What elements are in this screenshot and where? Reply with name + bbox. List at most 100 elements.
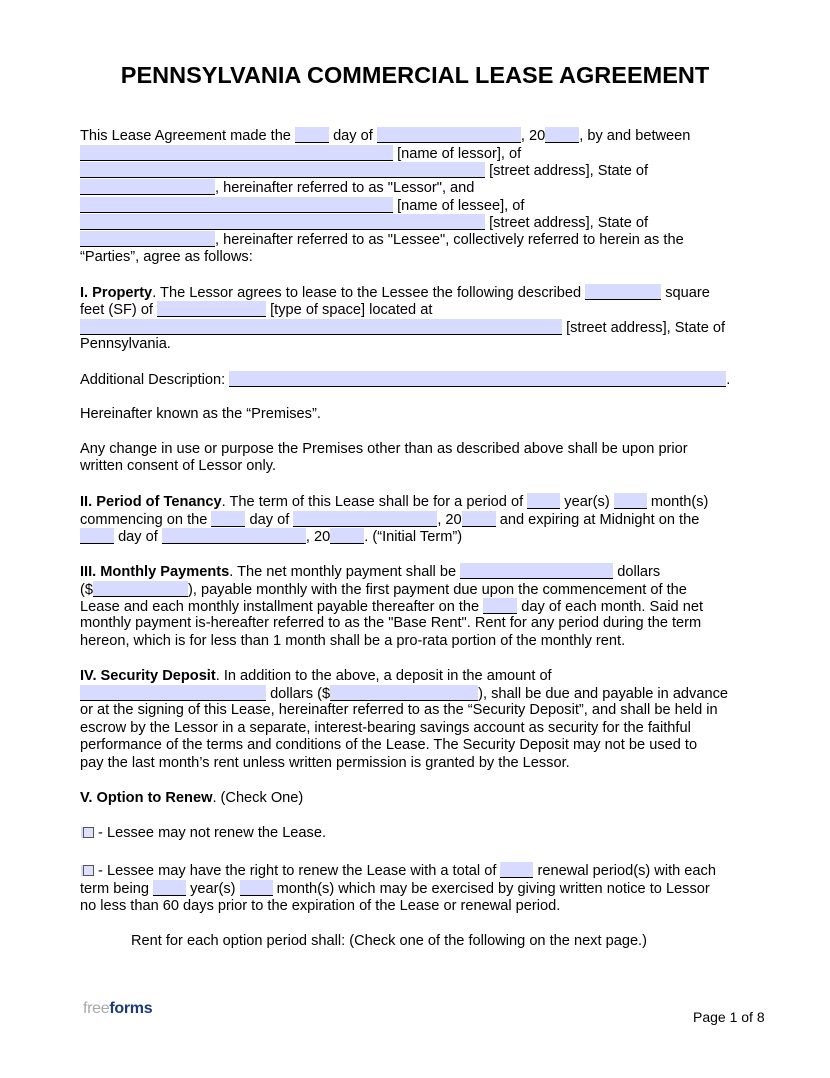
text: [street address], State of — [489, 163, 649, 179]
deposit-line-5: performance of the terms and conditions … — [80, 737, 698, 753]
lessee-name-field[interactable] — [80, 197, 393, 213]
text: commencing on the — [80, 512, 208, 528]
text: [name of lessor], of — [397, 146, 522, 162]
text: Lease and each monthly installment payab… — [80, 599, 480, 615]
text: , 20 — [520, 128, 546, 144]
tenancy-line-3: day of , 20 . (“Initial Term”) — [80, 528, 462, 546]
section-heading: V. Option to Renew — [80, 790, 213, 806]
renew-checkbox[interactable] — [83, 865, 94, 876]
renewal-months-field[interactable] — [239, 880, 273, 896]
text: day of each month. Said net — [521, 599, 704, 615]
deposit-line-2: dollars ($ ), shall be due and payable in… — [80, 685, 728, 703]
renew-option-1: - Lessee may not renew the Lease. — [83, 825, 326, 842]
term-years-field[interactable] — [527, 493, 561, 509]
start-day-field[interactable] — [211, 511, 246, 527]
text: - Lessee may not renew the Lease. — [94, 825, 327, 841]
text: term being — [80, 881, 149, 897]
intro-line-3: [street address], State of — [80, 162, 648, 180]
property-line-3: [street address], State of — [80, 319, 725, 337]
text: dollars ($ — [270, 686, 331, 702]
logo-forms: forms — [109, 1000, 153, 1017]
text: , 20 — [437, 512, 462, 528]
intro-line-4: , hereinafter referred to as "Lessor", a… — [80, 179, 474, 197]
deposit-words-field[interactable] — [80, 685, 266, 701]
type-of-space-field[interactable] — [157, 301, 267, 317]
intro-line-1: This Lease Agreement made the day of , 2… — [80, 127, 690, 145]
tenancy-line-1: II. Period of Tenancy. The term of this … — [80, 493, 708, 511]
monthly-payment-amount-field[interactable] — [92, 581, 188, 597]
text: Additional Description: — [80, 372, 226, 388]
deposit-amount-field[interactable] — [330, 685, 479, 701]
text: square — [665, 285, 710, 301]
text: renewal period(s) with each — [537, 863, 716, 879]
text: dollars — [617, 564, 661, 580]
end-month-field[interactable] — [161, 528, 306, 544]
lessor-name-field[interactable] — [80, 145, 393, 161]
text: , 20 — [305, 529, 331, 545]
deposit-line-1: IV. Security Deposit. In addition to the… — [80, 668, 552, 685]
text: . (Check One) — [212, 790, 304, 806]
text: day of — [249, 512, 290, 528]
additional-description-field[interactable] — [229, 371, 727, 387]
tenancy-line-2: commencing on the day of , 20 and expiri… — [80, 511, 699, 529]
term-months-field[interactable] — [613, 493, 647, 509]
text: month(s) which may be exercised by givin… — [276, 881, 710, 897]
intro-line-5: [name of lessee], of — [80, 197, 524, 215]
deposit-line-4: escrow by the Lessor in a separate, inte… — [80, 720, 691, 736]
square-feet-field[interactable] — [585, 284, 662, 300]
lessor-address-field[interactable] — [80, 162, 485, 178]
no-renew-checkbox[interactable] — [83, 827, 94, 838]
text: . The term of this Lease shall be for a … — [221, 494, 524, 510]
deposit-line-3: or at the signing of this Lease, hereina… — [80, 702, 718, 718]
text: . (“Initial Term”) — [364, 529, 463, 545]
property-address-field[interactable] — [80, 319, 562, 335]
lessee-state-field[interactable] — [80, 231, 215, 247]
renewal-periods-field[interactable] — [500, 862, 534, 878]
payment-day-field[interactable] — [483, 598, 518, 614]
intro-line-2: [name of lessor], of — [80, 145, 521, 163]
renew-line-1: V. Option to Renew. (Check One) — [80, 790, 303, 807]
payments-line-5: hereon, which is for less than 1 month s… — [80, 633, 626, 649]
text: . The Lessor agrees to lease to the Less… — [152, 285, 582, 301]
text: day of — [118, 529, 158, 545]
text: ), shall be due and payable in advance — [478, 686, 728, 702]
text: . In addition to the above, a deposit in… — [215, 668, 552, 684]
end-day-field[interactable] — [80, 528, 114, 544]
payments-line-1: III. Monthly Payments. The net monthly p… — [80, 563, 660, 581]
section-heading: IV. Security Deposit — [80, 668, 216, 684]
text: month(s) — [650, 494, 709, 510]
payments-line-4: monthly payment is-hereafter referred to… — [80, 615, 702, 631]
start-year-field[interactable] — [461, 511, 496, 527]
section-heading: II. Period of Tenancy — [80, 494, 222, 510]
payments-line-2: ($), payable monthly with the first paym… — [80, 581, 687, 599]
text: [street address], State of — [566, 320, 726, 336]
lessor-state-field[interactable] — [80, 179, 215, 195]
logo-free: free — [83, 1000, 110, 1017]
day-field[interactable] — [295, 127, 329, 143]
additional-description-line: Additional Description: . — [80, 371, 730, 389]
text: , by and between — [579, 128, 691, 144]
start-month-field[interactable] — [293, 511, 438, 527]
text: This Lease Agreement made the — [80, 128, 291, 144]
month-field[interactable] — [376, 127, 521, 143]
monthly-payment-words-field[interactable] — [460, 563, 614, 579]
text: [street address], State of — [489, 215, 649, 231]
text: . — [726, 372, 731, 388]
text: and expiring at Midnight on the — [499, 512, 700, 528]
section-heading: III. Monthly Payments — [80, 564, 230, 580]
text: , hereinafter referred to as "Lessor", a… — [215, 180, 475, 196]
renew-line-4: no less than 60 days prior to the expira… — [80, 898, 561, 914]
intro-line-7: , hereinafter referred to as "Lessee", c… — [80, 231, 684, 249]
payments-line-3: Lease and each monthly installment payab… — [80, 598, 703, 616]
text: ($ — [80, 582, 93, 598]
text: - Lessee may have the right to renew the… — [94, 863, 497, 879]
intro-line-8: “Parties”, agree as follows: — [80, 249, 253, 265]
lessee-address-field[interactable] — [80, 214, 485, 230]
freeforms-logo: freeforms — [83, 1000, 153, 1018]
property-line-4: Pennsylvania. — [80, 336, 171, 352]
year-field[interactable] — [545, 127, 580, 143]
page-number: Page 1 of 8 — [693, 1009, 765, 1025]
property-line-1: I. Property. The Lessor agrees to lease … — [80, 284, 710, 302]
renewal-years-field[interactable] — [153, 880, 187, 896]
end-year-field[interactable] — [330, 528, 365, 544]
